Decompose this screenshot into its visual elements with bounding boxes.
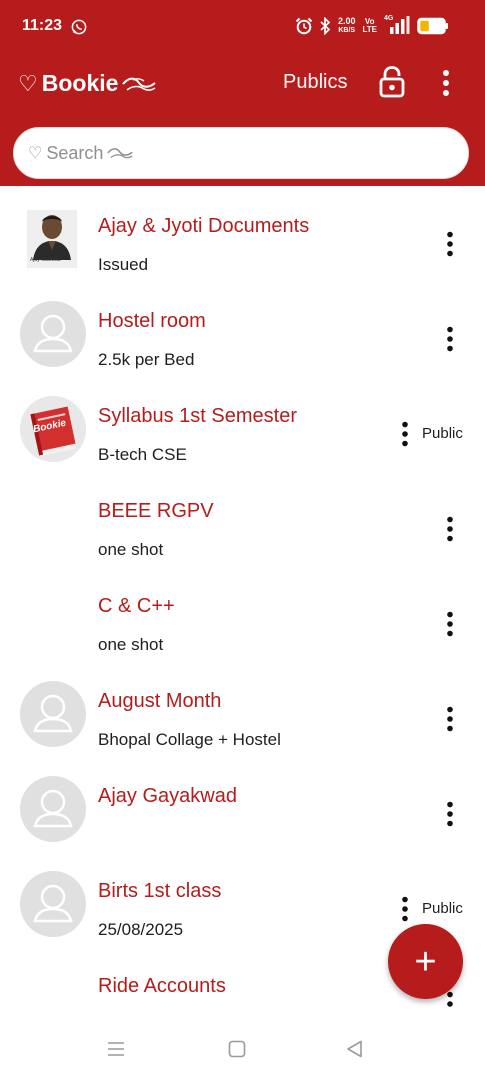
status-icons: 2.00 KB/S Vo LTE 4G [295,15,449,36]
status-time: 11:23 [22,17,63,34]
heart-icon: ♡ [28,145,43,162]
item-subtitle: B-tech CSE [98,445,187,464]
item-subtitle: Bhopal Collage + Hostel [98,730,281,749]
swirl-icon [107,148,134,159]
item-subtitle: one shot [98,540,164,559]
bluetooth-icon [320,17,331,35]
item-title: Birts 1st class [98,880,222,902]
network-speed: 2.00 KB/S [338,17,356,35]
more-vert-icon[interactable] [442,801,458,827]
item-title: Syllabus 1st Semester [98,405,297,427]
status-bar: 11:23 2.00 KB/S Vo LTE 4G [0,0,485,56]
item-subtitle: one shot [98,635,164,654]
app-title-text: Bookie [41,70,119,96]
item-subtitle: Issued [98,255,149,274]
home-icon[interactable] [226,1038,248,1060]
item-title: Ride Accounts [98,975,226,997]
heart-icon: ♡ [18,70,38,96]
photo-caption: Ajay Gaikwad [30,257,61,263]
back-icon[interactable] [344,1038,366,1060]
more-vert-icon[interactable] [397,421,413,447]
more-vert-icon[interactable] [438,69,454,97]
swirl-icon [122,77,157,91]
app-header: 11:23 2.00 KB/S Vo LTE 4G ♡ Bookie Publi… [0,0,485,186]
net-speed-unit: KB/S [338,27,356,34]
avatar-placeholder [20,776,86,842]
battery-icon [417,17,448,35]
public-badge: Public [422,900,463,917]
avatar-placeholder [20,301,86,367]
publics-button[interactable]: Publics [283,71,347,94]
signal-icon: 4G [384,15,410,36]
more-vert-icon[interactable] [442,611,458,637]
item-title: Ajay Gayakwad [98,785,237,807]
item-title: C & C++ [98,595,175,617]
more-vert-icon[interactable] [442,231,458,257]
volte-bottom: LTE [362,25,377,34]
add-button[interactable]: + [388,924,463,999]
search-bar[interactable]: ♡ Search [13,127,469,179]
item-subtitle: 25/08/2025 [98,920,184,939]
item-title: Ajay & Jyoti Documents [98,215,310,237]
more-vert-icon[interactable] [397,896,413,922]
more-vert-icon[interactable] [442,326,458,352]
public-badge: Public [422,425,463,442]
alarm-icon [295,17,313,35]
net-speed-value: 2.00 [337,16,356,26]
app-title: ♡ Bookie [18,70,157,97]
search-placeholder: Search [46,142,104,163]
list-item[interactable]: C & C++ one shot [0,566,485,661]
more-vert-icon[interactable] [442,706,458,732]
avatar-placeholder [20,681,86,747]
avatar-placeholder [20,871,86,937]
list-item[interactable]: Ajay Gaikwad Ajay & Jyoti Documents Issu… [0,186,485,281]
person-photo: Ajay Gaikwad [27,210,77,268]
menu-icon[interactable] [105,1038,127,1060]
item-title: Hostel room [98,310,206,332]
list-item[interactable]: Bookie Syllabus 1st Semester B-tech CSE … [0,376,485,471]
app-bar: ♡ Bookie Publics [0,56,485,112]
list-item[interactable]: August Month Bhopal Collage + Hostel [0,661,485,756]
more-vert-icon[interactable] [442,516,458,542]
item-subtitle: 2.5k per Bed [98,350,195,369]
list-item[interactable]: Ajay Gayakwad [0,756,485,851]
lock-open-icon[interactable] [379,66,405,98]
item-title: August Month [98,690,222,712]
list-item[interactable]: Hostel room 2.5k per Bed [0,281,485,376]
search-input[interactable]: ♡ Search [28,142,134,164]
item-title: BEEE RGPV [98,500,214,522]
list-item[interactable]: BEEE RGPV one shot [0,471,485,566]
system-nav-bar [0,1010,485,1080]
book-cover-image: Bookie [20,396,86,462]
whatsapp-icon [71,19,87,35]
volte-indicator: Vo LTE [362,18,377,34]
